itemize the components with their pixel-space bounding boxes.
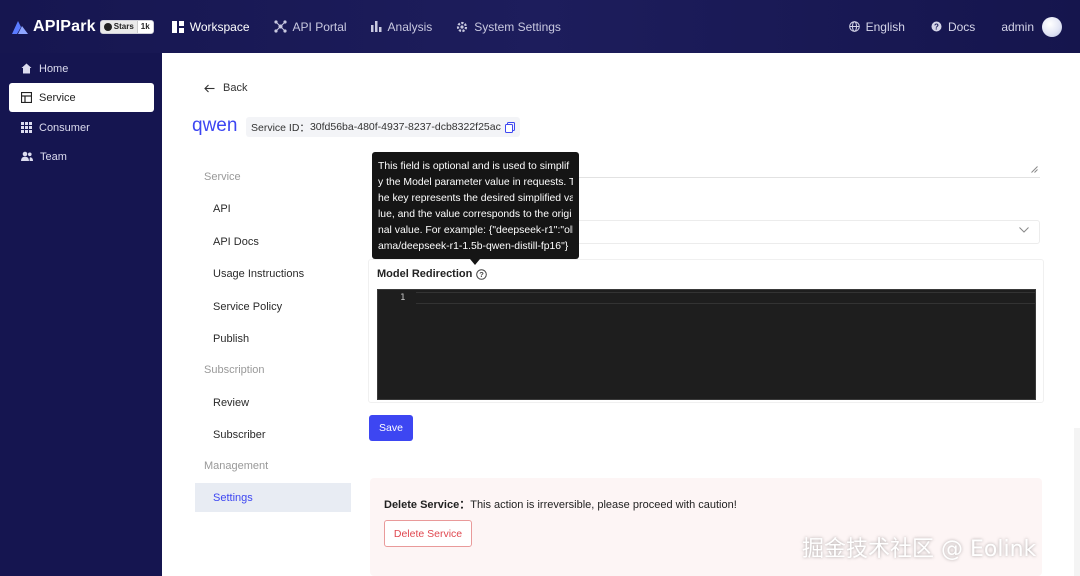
language-label: English (865, 19, 905, 34)
copy-icon[interactable] (504, 121, 515, 133)
brand-name: APIPark (33, 17, 96, 35)
nav-api-portal-label: API Portal (292, 19, 347, 34)
nav-system-settings-label: System Settings (474, 19, 561, 34)
service-id-value: 30fd56ba-480f-4937-8237-dcb8322f25ac (309, 121, 501, 133)
chevron-down-icon (1019, 227, 1029, 233)
sidebar-item-label: Team (40, 150, 67, 163)
page-title: qwen (192, 115, 238, 136)
user-menu[interactable]: admin (1001, 16, 1062, 37)
sidebar-item-home[interactable]: Home (9, 54, 154, 83)
bar-chart-icon (370, 21, 382, 32)
subnav-item-api[interactable]: API (195, 194, 351, 223)
sidebar-item-service[interactable]: Service (9, 83, 154, 112)
watermark: 掘金技术社区 @ Eolink (802, 537, 1037, 562)
model-redirection-label: Model Redirection ? (377, 268, 488, 280)
nav-workspace[interactable]: Workspace (171, 0, 250, 53)
code-editor[interactable]: 1 (377, 289, 1036, 400)
github-stars-badge[interactable]: Stars 1k (99, 19, 154, 34)
workspace-icon (171, 20, 184, 33)
tooltip-line: This field is optional and is used to si… (378, 161, 570, 172)
subnav-item-usage-instructions[interactable]: Usage Instructions (195, 259, 351, 288)
grid-icon (21, 122, 32, 133)
delete-service-button[interactable]: Delete Service (384, 520, 472, 547)
nav-analysis[interactable]: Analysis (370, 0, 433, 53)
arrow-left-icon (204, 84, 215, 93)
subnav-item-service-policy[interactable]: Service Policy (195, 292, 351, 321)
top-right-area: English ? Docs admin (823, 0, 1062, 53)
docs-link[interactable]: ? Docs (931, 20, 975, 34)
main-content: Back qwen Service ID： 30fd56ba-480f-4937… (162, 53, 1080, 576)
question-circle-icon[interactable]: ? (476, 268, 488, 280)
save-button[interactable]: Save (369, 415, 413, 441)
tooltip-line: lue, and the value corresponds to the or… (378, 209, 572, 220)
tooltip-line: ama/deepseek-r1-1.5b-qwen-distill-fp16"} (378, 241, 569, 252)
sidebar-item-team[interactable]: Team (9, 142, 154, 171)
subnav-group-subscription: Subscription (204, 364, 265, 376)
service-id-chip: Service ID： 30fd56ba-480f-4937-8237-dcb8… (246, 117, 520, 137)
back-label: Back (223, 82, 248, 94)
tooltip-line: y the Model parameter value in requests.… (378, 177, 573, 188)
stars-count: 1k (137, 20, 153, 33)
subnav-item-publish[interactable]: Publish (195, 324, 351, 353)
user-name: admin (1001, 19, 1034, 34)
editor-line-number: 1 (400, 293, 406, 303)
brand-logo[interactable]: APIPark Stars 1k (10, 18, 154, 36)
subnav-item-review[interactable]: Review (195, 388, 351, 417)
sidebar-item-label: Service (39, 91, 76, 104)
language-switcher[interactable]: English (848, 19, 905, 34)
back-button[interactable]: Back (204, 82, 247, 94)
svg-text:?: ? (480, 270, 485, 279)
sidebar: Home Service Consumer Team (0, 53, 162, 576)
sidebar-item-label: Home (39, 62, 69, 75)
model-redirection-tooltip: This field is optional and is used to si… (372, 152, 579, 259)
tooltip-arrow (470, 259, 480, 265)
avatar[interactable] (1042, 16, 1062, 37)
apipark-logo-icon (10, 19, 30, 35)
nav-api-portal[interactable]: API Portal (273, 0, 347, 53)
subnav-group-service: Service (204, 171, 241, 183)
subnav-item-api-docs[interactable]: API Docs (195, 227, 351, 256)
nav-system-settings[interactable]: System Settings (456, 0, 561, 53)
danger-zone-title: Delete Service： (384, 499, 471, 511)
top-bar: APIPark Stars 1k Workspace API Portal An… (0, 0, 1080, 53)
nav-analysis-label: Analysis (387, 19, 433, 34)
help-circle-icon: ? (931, 21, 942, 32)
scrollbar[interactable] (1074, 428, 1080, 576)
editor-current-line (416, 292, 1035, 304)
portal-icon (273, 20, 287, 33)
resize-handle-icon[interactable] (1031, 162, 1038, 176)
subnav-group-management: Management (204, 460, 269, 472)
home-icon (21, 63, 32, 74)
sidebar-item-label: Consumer (39, 121, 90, 134)
sidebar-item-consumer[interactable]: Consumer (9, 113, 154, 142)
nav-workspace-label: Workspace (189, 19, 250, 34)
docs-label: Docs (947, 19, 976, 34)
subnav-item-subscriber[interactable]: Subscriber (195, 420, 351, 449)
model-redirection-text: Model Redirection (377, 268, 473, 280)
service-icon (21, 92, 32, 103)
svg-text:?: ? (934, 22, 939, 31)
globe-icon (848, 21, 860, 32)
main-nav: Workspace API Portal Analysis System Set… (171, 0, 585, 53)
tooltip-line: nal value. For example: {"deepseek-r1":"… (378, 225, 573, 236)
gear-icon (456, 21, 468, 33)
danger-zone-text: Delete Service：This action is irreversib… (384, 496, 737, 512)
tooltip-line: he key represents the desired simplified… (378, 193, 573, 204)
danger-zone-message: This action is irreversible, please proc… (470, 499, 737, 511)
service-id-label: Service ID： (251, 121, 310, 134)
stars-label: Stars (113, 22, 134, 31)
subnav-item-settings[interactable]: Settings (195, 483, 351, 512)
team-icon (21, 151, 33, 162)
github-icon (103, 22, 112, 31)
